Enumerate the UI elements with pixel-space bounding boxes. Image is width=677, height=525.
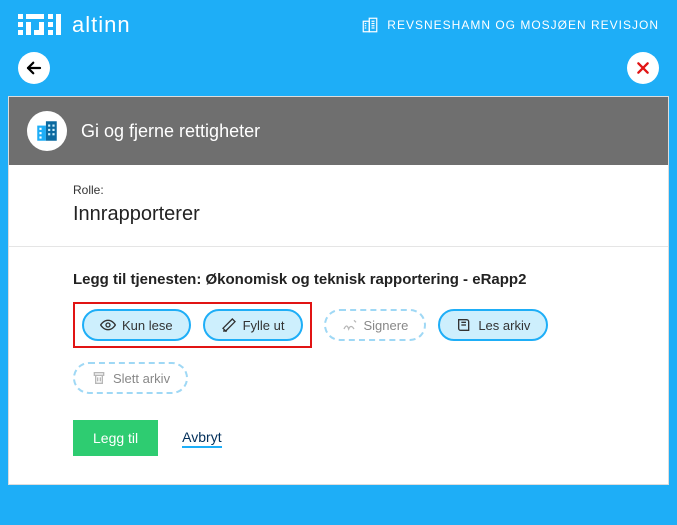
pill-read-archive[interactable]: Les arkiv [438, 309, 548, 341]
pill-label: Slett arkiv [113, 371, 170, 386]
panel-body: Rolle: Innrapporterer Legg til tjenesten… [9, 165, 668, 484]
altinn-logo-icon [18, 14, 62, 36]
section-title: Legg til tjenesten: Økonomisk og teknisk… [73, 271, 604, 288]
top-bar: altinn REVSNESHAMN OG MOSJØEN REVISJON [0, 0, 677, 46]
permission-pills: Kun lese Fylle ut [73, 302, 604, 394]
eye-icon [100, 317, 116, 333]
cancel-link[interactable]: Avbryt [182, 429, 221, 448]
rights-panel: Gi og fjerne rettigheter Rolle: Innrappo… [8, 96, 669, 485]
pill-label: Fylle ut [243, 318, 285, 333]
pill-sign[interactable]: Signere [324, 309, 427, 341]
book-icon [456, 317, 472, 333]
org-selector[interactable]: REVSNESHAMN OG MOSJØEN REVISJON [361, 16, 659, 34]
org-name: REVSNESHAMN OG MOSJØEN REVISJON [387, 18, 659, 32]
actions-row: Legg til Avbryt [73, 420, 604, 456]
pill-read-only[interactable]: Kun lese [82, 309, 191, 341]
pill-label: Les arkiv [478, 318, 530, 333]
building-icon [361, 16, 379, 34]
pill-fill[interactable]: Fylle ut [203, 309, 303, 341]
brand[interactable]: altinn [18, 12, 131, 38]
building-circle-icon [27, 111, 67, 151]
panel-header: Gi og fjerne rettigheter [9, 97, 668, 165]
pill-label: Kun lese [122, 318, 173, 333]
edit-icon [221, 317, 237, 333]
highlight-box: Kun lese Fylle ut [73, 302, 312, 348]
pill-label: Signere [364, 318, 409, 333]
divider [9, 246, 668, 247]
add-button[interactable]: Legg til [73, 420, 158, 456]
trash-archive-icon [91, 370, 107, 386]
close-icon [635, 60, 651, 76]
role-label: Rolle: [73, 183, 604, 197]
signature-icon [342, 317, 358, 333]
nav-row [0, 46, 677, 96]
arrow-left-icon [25, 59, 43, 77]
close-button[interactable] [627, 52, 659, 84]
back-button[interactable] [18, 52, 50, 84]
pill-delete-archive[interactable]: Slett arkiv [73, 362, 188, 394]
role-value: Innrapporterer [73, 203, 604, 226]
panel-title: Gi og fjerne rettigheter [81, 121, 260, 142]
brand-name: altinn [72, 12, 131, 38]
